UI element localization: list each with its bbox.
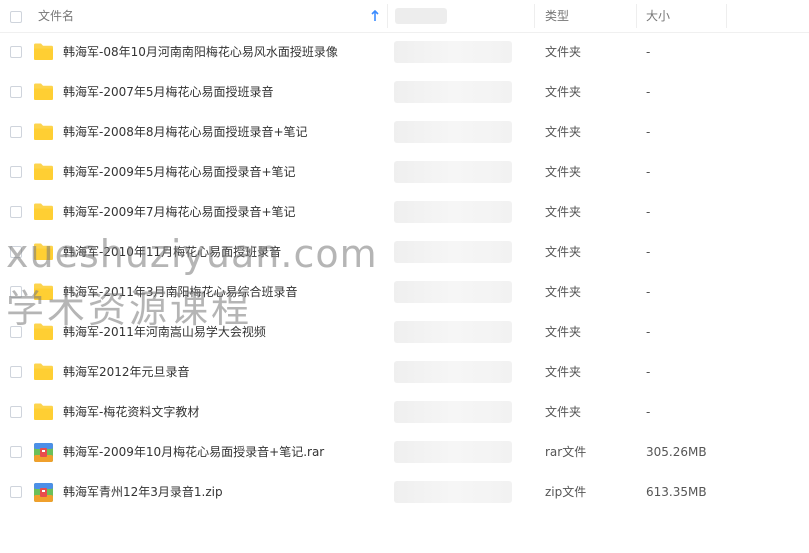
row-checkbox[interactable]	[10, 326, 22, 338]
folder-icon	[33, 402, 54, 421]
file-size: -	[646, 45, 651, 59]
file-name[interactable]: 韩海军-2007年5月梅花心易面授班录音	[63, 72, 274, 112]
file-row[interactable]: 韩海军-2011年河南嵩山易学大会视频 文件夹 -	[0, 312, 809, 352]
file-row[interactable]: 韩海军-梅花资料文字教材 文件夹 -	[0, 392, 809, 432]
row-checkbox[interactable]	[10, 46, 22, 58]
file-row[interactable]: 韩海军青州12年3月录音1.zip zip文件 613.35MB	[0, 472, 809, 512]
file-name[interactable]: 韩海军-2011年河南嵩山易学大会视频	[63, 312, 266, 352]
folder-icon	[33, 242, 54, 261]
file-row[interactable]: 韩海军2012年元旦录音 文件夹 -	[0, 352, 809, 392]
file-type: 文件夹	[545, 405, 582, 419]
file-name[interactable]: 韩海军-2008年8月梅花心易面授班录音+笔记	[63, 112, 308, 152]
blurred-cell	[394, 121, 512, 143]
column-header-name[interactable]: 文件名	[38, 0, 74, 32]
file-list-header: 文件名 类型 大小	[0, 0, 809, 33]
blurred-cell	[394, 481, 512, 503]
blurred-cell	[394, 401, 512, 423]
file-type: 文件夹	[545, 165, 582, 179]
file-type: 文件夹	[545, 205, 582, 219]
arrow-up-icon[interactable]	[370, 9, 380, 23]
file-row[interactable]: 韩海军-2011年3月南阳梅花心易综合班录音 文件夹 -	[0, 272, 809, 312]
folder-icon	[33, 82, 54, 101]
file-type: zip文件	[545, 485, 587, 499]
row-checkbox[interactable]	[10, 486, 22, 498]
blurred-cell	[394, 281, 512, 303]
file-name[interactable]: 韩海军-2011年3月南阳梅花心易综合班录音	[63, 272, 298, 312]
file-row[interactable]: 韩海军-2008年8月梅花心易面授班录音+笔记 文件夹 -	[0, 112, 809, 152]
file-size: -	[646, 85, 651, 99]
file-name[interactable]: 韩海军-梅花资料文字教材	[63, 392, 199, 432]
file-size: -	[646, 285, 651, 299]
blurred-cell	[394, 161, 512, 183]
row-checkbox[interactable]	[10, 206, 22, 218]
blurred-cell	[394, 81, 512, 103]
row-checkbox[interactable]	[10, 446, 22, 458]
row-checkbox[interactable]	[10, 366, 22, 378]
column-divider	[636, 4, 637, 28]
file-size: -	[646, 165, 651, 179]
column-header-size[interactable]: 大小	[646, 0, 670, 32]
file-name[interactable]: 韩海军2012年元旦录音	[63, 352, 190, 392]
folder-icon	[33, 362, 54, 381]
file-type: 文件夹	[545, 365, 582, 379]
blurred-cell	[394, 441, 512, 463]
column-divider	[387, 4, 388, 28]
file-row[interactable]: 韩海军-2009年7月梅花心易面授录音+笔记 文件夹 -	[0, 192, 809, 232]
file-row[interactable]: 韩海军-08年10月河南南阳梅花心易风水面授班录像 文件夹 -	[0, 32, 809, 72]
folder-icon	[33, 122, 54, 141]
folder-icon	[33, 42, 54, 61]
file-type: 文件夹	[545, 245, 582, 259]
select-all-checkbox[interactable]	[10, 11, 22, 23]
file-size: -	[646, 205, 651, 219]
file-row[interactable]: 韩海军-2009年5月梅花心易面授录音+笔记 文件夹 -	[0, 152, 809, 192]
file-name[interactable]: 韩海军-2010年11月梅花心易面授班录音	[63, 232, 281, 272]
file-size: -	[646, 125, 651, 139]
file-size: -	[646, 245, 651, 259]
file-name[interactable]: 韩海军-2009年5月梅花心易面授录音+笔记	[63, 152, 296, 192]
folder-icon	[33, 322, 54, 341]
column-divider	[534, 4, 535, 28]
file-row[interactable]: 韩海军-2007年5月梅花心易面授班录音 文件夹 -	[0, 72, 809, 112]
row-checkbox[interactable]	[10, 166, 22, 178]
file-size: 305.26MB	[646, 445, 707, 459]
blurred-column-header	[395, 8, 447, 24]
file-type: 文件夹	[545, 285, 582, 299]
blurred-cell	[394, 201, 512, 223]
folder-icon	[33, 282, 54, 301]
file-name[interactable]: 韩海军-08年10月河南南阳梅花心易风水面授班录像	[63, 32, 338, 72]
file-size: 613.35MB	[646, 485, 707, 499]
column-divider	[726, 4, 727, 28]
file-size: -	[646, 405, 651, 419]
file-type: 文件夹	[545, 325, 582, 339]
row-checkbox[interactable]	[10, 246, 22, 258]
file-type: rar文件	[545, 445, 587, 459]
row-checkbox[interactable]	[10, 406, 22, 418]
column-header-type[interactable]: 类型	[545, 0, 569, 32]
archive-icon	[33, 442, 54, 462]
row-checkbox[interactable]	[10, 286, 22, 298]
folder-icon	[33, 202, 54, 221]
file-type: 文件夹	[545, 45, 582, 59]
blurred-cell	[394, 241, 512, 263]
blurred-cell	[394, 321, 512, 343]
folder-icon	[33, 162, 54, 181]
blurred-cell	[394, 361, 512, 383]
file-row[interactable]: 韩海军-2010年11月梅花心易面授班录音 文件夹 -	[0, 232, 809, 272]
file-size: -	[646, 325, 651, 339]
blurred-cell	[394, 41, 512, 63]
file-type: 文件夹	[545, 85, 582, 99]
file-name[interactable]: 韩海军青州12年3月录音1.zip	[63, 472, 223, 512]
row-checkbox[interactable]	[10, 86, 22, 98]
file-name[interactable]: 韩海军-2009年10月梅花心易面授录音+笔记.rar	[63, 432, 324, 472]
file-type: 文件夹	[545, 125, 582, 139]
file-name[interactable]: 韩海军-2009年7月梅花心易面授录音+笔记	[63, 192, 296, 232]
file-row[interactable]: 韩海军-2009年10月梅花心易面授录音+笔记.rar rar文件 305.26MB	[0, 432, 809, 472]
archive-icon	[33, 482, 54, 502]
row-checkbox[interactable]	[10, 126, 22, 138]
file-size: -	[646, 365, 651, 379]
